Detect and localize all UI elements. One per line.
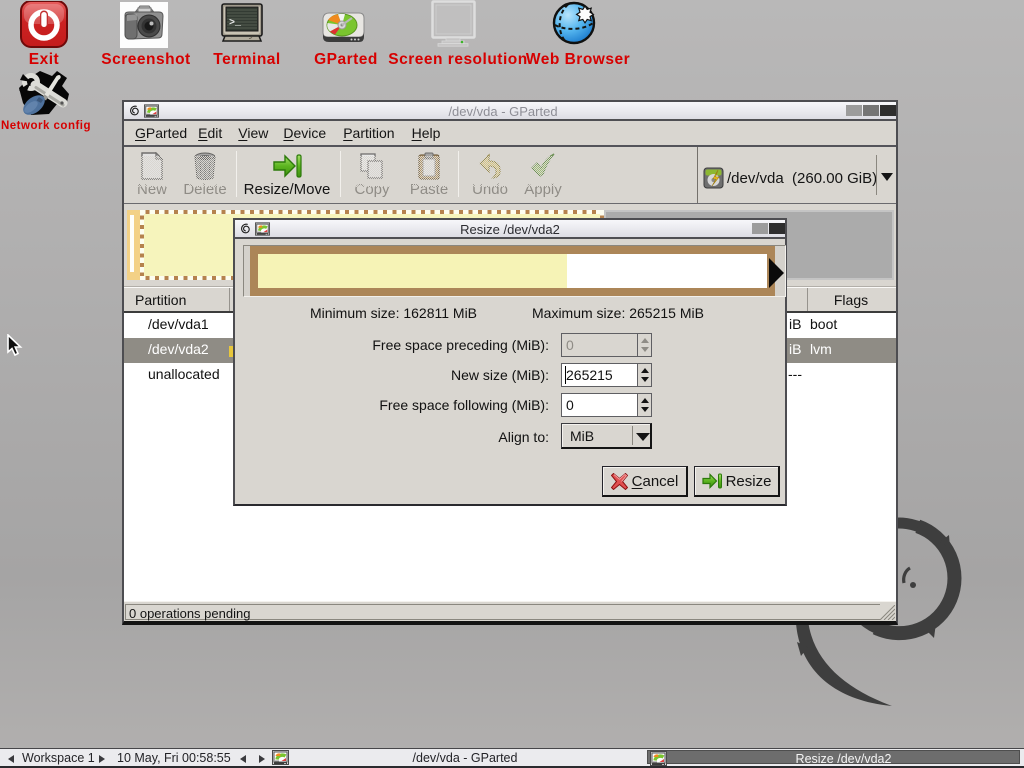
svg-text:>_: >_ <box>229 18 242 29</box>
